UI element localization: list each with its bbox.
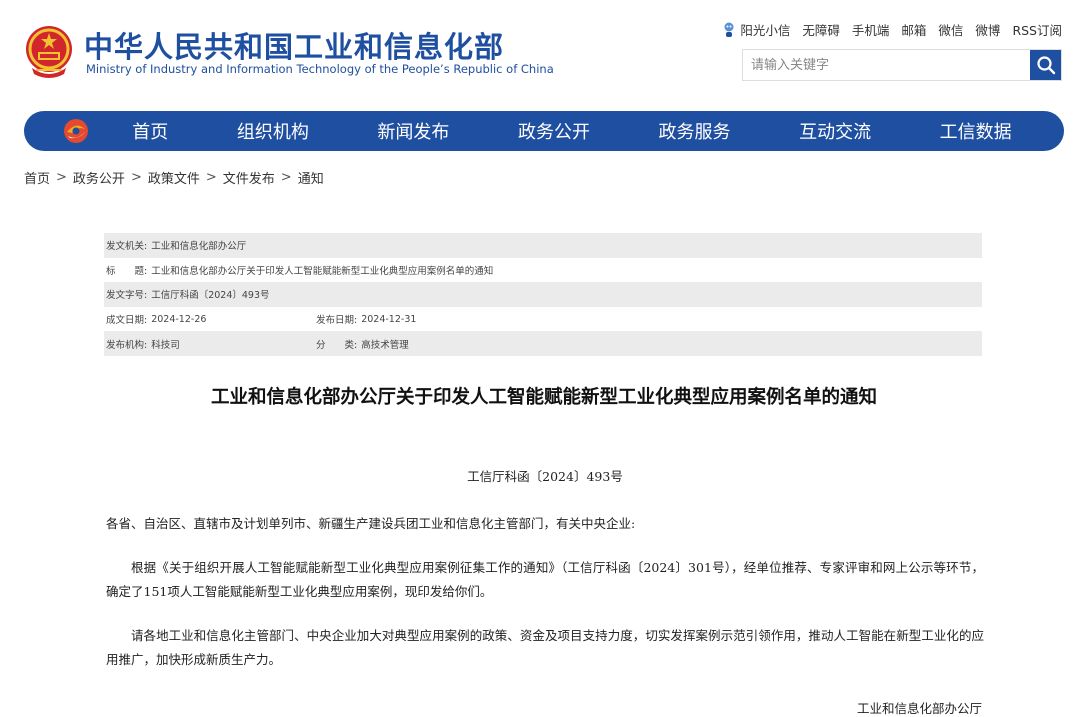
breadcrumb-separator: > bbox=[130, 170, 142, 185]
search-box bbox=[742, 49, 1062, 81]
meta-category-label: 分 类: bbox=[316, 339, 358, 351]
nav-item-data[interactable]: 工信数据 bbox=[936, 118, 1016, 144]
meta-row-agency: 发布机构: 科技司 分 类: 高技术管理 bbox=[104, 331, 982, 356]
nav-item-news[interactable]: 新闻发布 bbox=[373, 118, 453, 144]
meta-issuer-label: 发文机关: bbox=[106, 241, 148, 253]
breadcrumb-home[interactable]: 首页 bbox=[24, 168, 50, 187]
search-icon bbox=[1036, 56, 1055, 75]
document-salutation: 各省、自治区、直辖市及计划单列市、新疆生产建设兵团工业和信息化主管部门，有关中央… bbox=[106, 516, 636, 531]
nav-item-gov-affairs[interactable]: 政务公开 bbox=[514, 118, 594, 144]
meta-published-label: 发布日期: bbox=[316, 315, 358, 327]
meta-row-doc-no: 发文字号: 工信厅科函〔2024〕493号 bbox=[104, 282, 982, 307]
breadcrumb-notice[interactable]: 通知 bbox=[298, 168, 324, 187]
meta-row-dates: 成文日期: 2024-12-26 发布日期: 2024-12-31 bbox=[104, 307, 982, 332]
breadcrumb: 首页 > 政务公开 > 政策文件 > 文件发布 > 通知 bbox=[24, 168, 324, 187]
main-nav: 首页 组织机构 新闻发布 政务公开 政务服务 互动交流 工信数据 bbox=[24, 111, 1064, 151]
document-number: 工信厅科函〔2024〕493号 bbox=[467, 469, 623, 484]
meta-published-value: 2024-12-31 bbox=[361, 313, 417, 325]
breadcrumb-gov-affairs[interactable]: 政务公开 bbox=[73, 168, 125, 187]
document-title: 工业和信息化部办公厅关于印发人工智能赋能新型工业化典型应用案例名单的通知 bbox=[210, 387, 877, 408]
meta-doc-no-label: 发文字号: bbox=[106, 290, 148, 302]
breadcrumb-separator: > bbox=[205, 170, 217, 185]
breadcrumb-policy[interactable]: 政策文件 bbox=[148, 168, 200, 187]
top-link-rss[interactable]: RSS订阅 bbox=[1012, 20, 1062, 39]
top-link-mail[interactable]: 邮箱 bbox=[901, 20, 926, 39]
search-input[interactable] bbox=[743, 50, 1030, 80]
search-button[interactable] bbox=[1030, 50, 1061, 80]
meta-agency-label: 发布机构: bbox=[106, 339, 148, 351]
meta-doc-no-value: 工信厅科函〔2024〕493号 bbox=[151, 290, 270, 302]
top-links: 阳光小信 无障碍 手机端 邮箱 微信 微博 RSS订阅 bbox=[722, 20, 1062, 39]
site-subtitle: Ministry of Industry and Information Tec… bbox=[86, 62, 554, 76]
site-header: 中华人民共和国工业和信息化部 Ministry of Industry and … bbox=[0, 0, 1080, 105]
national-emblem-icon bbox=[26, 26, 72, 78]
meta-title-value: 工业和信息化部办公厅关于印发人工智能赋能新型工业化典型应用案例名单的通知 bbox=[151, 265, 494, 277]
meta-created-value: 2024-12-26 bbox=[151, 313, 207, 325]
meta-category-value: 高技术管理 bbox=[361, 339, 409, 351]
document-meta-table: 发文机关: 工业和信息化部办公厅 标 题: 工业和信息化部办公厅关于印发人工智能… bbox=[104, 233, 982, 356]
breadcrumb-separator: > bbox=[56, 170, 67, 185]
document-body: 各省、自治区、直辖市及计划单列市、新疆生产建设兵团工业和信息化主管部门，有关中央… bbox=[106, 512, 984, 692]
document-paragraph: 根据《关于组织开展人工智能赋能新型工业化典型应用案例征集工作的通知》（工信厅科函… bbox=[106, 560, 984, 599]
top-link-accessibility[interactable]: 无障碍 bbox=[802, 20, 840, 39]
document-paragraph: 请各地工业和信息化主管部门、中央企业加大对典型应用案例的政策、资金及项目支持力度… bbox=[106, 628, 984, 667]
meta-row-title: 标 题: 工业和信息化部办公厅关于印发人工智能赋能新型工业化典型应用案例名单的通… bbox=[104, 258, 982, 283]
nav-item-organization[interactable]: 组织机构 bbox=[233, 118, 313, 144]
top-link-sunshine[interactable]: 阳光小信 bbox=[722, 20, 790, 39]
top-link-wechat[interactable]: 微信 bbox=[938, 20, 963, 39]
miit-logo-icon[interactable] bbox=[62, 117, 90, 145]
breadcrumb-release[interactable]: 文件发布 bbox=[223, 168, 275, 187]
sunshine-mascot-icon bbox=[724, 22, 734, 37]
top-link-label: 阳光小信 bbox=[740, 23, 791, 38]
site-title[interactable]: 中华人民共和国工业和信息化部 bbox=[84, 24, 504, 66]
breadcrumb-separator: > bbox=[280, 170, 292, 185]
meta-title-label: 标 题: bbox=[106, 265, 148, 277]
meta-row-issuer: 发文机关: 工业和信息化部办公厅 bbox=[104, 233, 982, 258]
document-signature: 工业和信息化部办公厅 bbox=[856, 701, 982, 716]
meta-created-label: 成文日期: bbox=[106, 315, 148, 327]
meta-agency-value: 科技司 bbox=[151, 339, 180, 351]
top-link-weibo[interactable]: 微博 bbox=[975, 20, 1000, 39]
top-link-mobile[interactable]: 手机端 bbox=[852, 20, 890, 39]
nav-item-interaction[interactable]: 互动交流 bbox=[795, 118, 875, 144]
meta-issuer-value: 工业和信息化部办公厅 bbox=[151, 241, 247, 253]
nav-item-home[interactable]: 首页 bbox=[128, 118, 172, 144]
nav-item-gov-services[interactable]: 政务服务 bbox=[655, 118, 735, 144]
nav-items: 首页 组织机构 新闻发布 政务公开 政务服务 互动交流 工信数据 bbox=[98, 118, 1064, 144]
